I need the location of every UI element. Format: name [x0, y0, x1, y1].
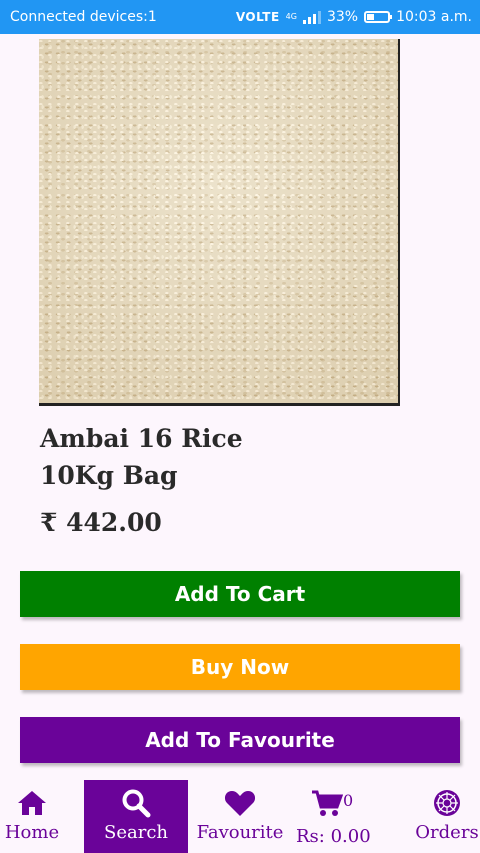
search-icon — [121, 788, 151, 818]
nav-favourite[interactable]: Favourite — [197, 780, 283, 853]
volte-indicator: VOLTE — [235, 10, 280, 24]
clock: 10:03 a.m. — [396, 9, 472, 25]
nav-home[interactable]: Home — [0, 780, 64, 853]
add-to-favourite-button[interactable]: Add To Favourite — [20, 717, 460, 763]
nav-cart[interactable]: 0 Rs: 0.00 — [296, 780, 371, 853]
signal-icon — [302, 10, 321, 24]
nav-home-label: Home — [4, 822, 60, 843]
buy-now-button[interactable]: Buy Now — [20, 644, 460, 690]
product-title-line1: Ambai 16 Rice — [40, 424, 243, 453]
nav-favourite-label: Favourite — [196, 822, 284, 843]
nav-search-label: Search — [104, 822, 168, 843]
price-value: 442.00 — [66, 508, 162, 537]
product-title-line2: 10Kg Bag — [40, 461, 178, 490]
cart-icon — [311, 788, 343, 818]
orders-icon — [432, 788, 462, 818]
home-icon — [17, 788, 47, 818]
rupee-symbol: ₹ — [40, 508, 58, 537]
heart-icon — [224, 788, 256, 818]
product-price: ₹ 442.00 — [40, 508, 162, 537]
battery-percent: 33% — [326, 9, 359, 25]
cart-count-badge: 0 — [343, 791, 354, 810]
nav-search[interactable]: Search — [84, 780, 188, 853]
nav-orders-label: Orders — [415, 822, 479, 843]
product-title: Ambai 16 Rice 10Kg Bag — [40, 420, 340, 494]
network-type-icon: 4G — [285, 12, 297, 21]
product-image — [39, 39, 400, 406]
battery-icon — [364, 11, 393, 23]
status-bar: Connected devices:1 VOLTE 4G 33% 10:03 a… — [0, 0, 480, 34]
status-indicators: VOLTE 4G 33% 10:03 a.m. — [236, 9, 472, 25]
cart-total: Rs: 0.00 — [296, 826, 371, 847]
add-to-cart-button[interactable]: Add To Cart — [20, 571, 460, 617]
bottom-navigation: Home Search Favourite 0 Rs: 0.00 Orders — [0, 780, 480, 853]
nav-orders[interactable]: Orders — [414, 780, 480, 853]
connected-devices-text: Connected devices:1 — [10, 9, 157, 25]
